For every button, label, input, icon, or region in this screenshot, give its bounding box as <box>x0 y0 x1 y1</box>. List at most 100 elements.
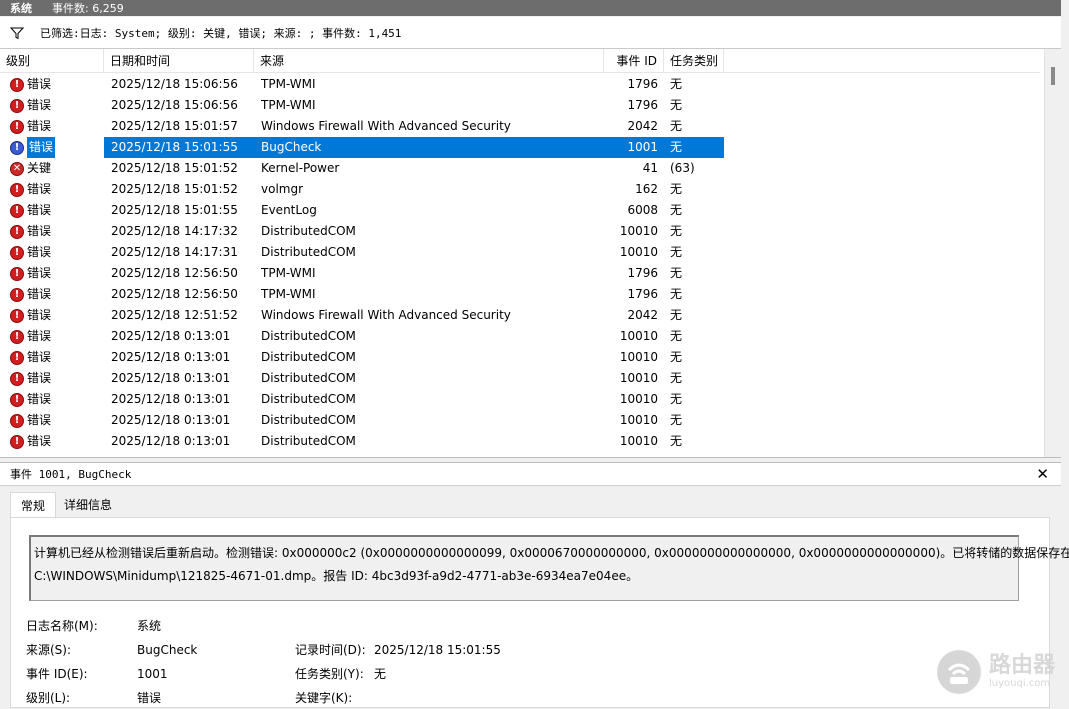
cell-date: 2025/12/18 14:17:32 <box>111 224 238 238</box>
tab-general[interactable]: 常规 <box>10 492 57 518</box>
error-icon: ! <box>10 98 24 113</box>
error-icon: ! <box>10 350 24 365</box>
cell-task-category: 无 <box>670 434 683 448</box>
table-row[interactable]: ! 错误 2025/12/18 0:13:01 DistributedCOM 10010… <box>0 326 1040 347</box>
logged-label: 记录时间(D): <box>295 643 366 657</box>
cell-task-category: 无 <box>670 413 683 427</box>
close-icon[interactable]: ✕ <box>1036 465 1049 483</box>
cell-level: ! 错误 <box>0 431 104 452</box>
error-icon: ! <box>10 245 24 260</box>
level-text: 错误 <box>27 329 52 343</box>
cell-task-category: 无 <box>670 308 683 322</box>
cell-source: Windows Firewall With Advanced Security <box>261 119 511 133</box>
error-icon: ! <box>10 182 24 197</box>
event-detail-title: 事件 1001, BugCheck <box>10 468 132 481</box>
table-row[interactable]: ! 错误 2025/12/18 15:06:56 TPM-WMI 1796 无 <box>0 95 1040 116</box>
table-row[interactable]: ! 错误 2025/12/18 14:17:32 DistributedCOM 1001… <box>0 221 1040 242</box>
cell-level: ! 错误 <box>0 137 104 158</box>
cell-task-category: 无 <box>670 77 683 91</box>
tab-details[interactable]: 详细信息 <box>56 492 120 518</box>
cell-task-category: 无 <box>670 287 683 301</box>
table-row[interactable]: ! 错误 2025/12/18 15:06:56 TPM-WMI 1796 无 <box>0 74 1040 95</box>
cell-event-id: 6008 <box>627 203 658 217</box>
level-label: 级别(L): <box>26 691 71 705</box>
table-row[interactable]: ✕ 关键 2025/12/18 15:01:52 Kernel-Power 41 (63) <box>0 158 1040 179</box>
cell-level: ✕ 关键 <box>0 158 104 179</box>
column-header-date[interactable]: 日期和时间 <box>104 49 254 73</box>
log-title-bar: 系统 事件数: 6,259 <box>0 0 1061 16</box>
cell-source: DistributedCOM <box>261 413 356 427</box>
table-row[interactable]: ! 错误 2025/12/18 14:17:31 DistributedCOM 1001… <box>0 242 1040 263</box>
watermark-url: luyouqi.com <box>988 678 1051 689</box>
event-list[interactable]: 级别 日期和时间 来源 事件 ID 任务类别 ! 错误 2025/12/18 15:… <box>0 49 1061 458</box>
event-detail-header: 事件 1001, BugCheck ✕ <box>0 462 1061 486</box>
level-text: 关键 <box>27 161 52 175</box>
cell-level: ! 错误 <box>0 389 104 410</box>
filter-bar: 已筛选:日志: System; 级别: 关键, 错误; 来源: ; 事件数: 1… <box>0 17 1061 49</box>
cell-source: TPM-WMI <box>261 287 316 301</box>
cell-source: Kernel-Power <box>261 161 340 175</box>
cell-event-id: 41 <box>642 161 658 175</box>
cell-event-id: 10010 <box>619 434 658 448</box>
error-icon: ! <box>10 413 24 428</box>
table-row[interactable]: ! 错误 2025/12/18 0:13:01 DistributedCOM 10010… <box>0 347 1040 368</box>
scrollbar-thumb[interactable] <box>1051 67 1055 85</box>
column-header-task-category[interactable]: 任务类别 <box>664 49 724 73</box>
cell-date: 2025/12/18 14:17:31 <box>111 245 238 259</box>
detail-tabs: 常规 详细信息 <box>10 492 120 518</box>
table-row[interactable]: ! 错误 2025/12/18 15:01:55 BugCheck 1001 无 <box>0 137 1040 158</box>
table-row[interactable]: ! 错误 2025/12/18 0:13:01 DistributedCOM 10010… <box>0 431 1040 452</box>
level-text: 错误 <box>27 77 52 91</box>
event-message[interactable]: 计算机已经从检测错误后重新启动。检测错误: 0x000000c2 (0x0000… <box>29 535 1069 601</box>
table-row[interactable]: ! 错误 2025/12/18 15:01:52 volmgr 162 无 <box>0 179 1040 200</box>
cell-date: 2025/12/18 0:13:01 <box>111 350 231 364</box>
cell-source: EventLog <box>261 203 317 217</box>
cell-event-id: 1001 <box>604 137 664 158</box>
cell-level: ! 错误 <box>0 284 104 305</box>
cell-date: 2025/12/18 0:13:01 <box>111 434 231 448</box>
cell-level: ! 错误 <box>0 200 104 221</box>
cell-task-category: 无 <box>670 119 683 133</box>
watermark-title: 路由器 <box>988 653 1055 678</box>
table-row[interactable]: ! 错误 2025/12/18 15:01:57 Windows Firewall W… <box>0 116 1040 137</box>
table-row[interactable]: ! 错误 2025/12/18 0:13:01 DistributedCOM 10010… <box>0 368 1040 389</box>
cell-level: ! 错误 <box>0 368 104 389</box>
cell-event-id: 1796 <box>627 77 658 91</box>
level-text: 错误 <box>27 245 52 259</box>
error-icon: ! <box>10 434 24 449</box>
level-text: 错误 <box>27 392 52 406</box>
cell-level: ! 错误 <box>0 221 104 242</box>
level-text: 错误 <box>27 203 52 217</box>
column-header-level[interactable]: 级别 <box>0 49 104 73</box>
cell-level: ! 错误 <box>0 263 104 284</box>
log-name-value: 系统 <box>137 619 162 633</box>
cell-level: ! 错误 <box>0 305 104 326</box>
table-row[interactable]: ! 错误 2025/12/18 12:51:52 Windows Firewall W… <box>0 305 1040 326</box>
cell-event-id: 10010 <box>619 413 658 427</box>
error-icon: ! <box>10 392 24 407</box>
vertical-scrollbar[interactable] <box>1044 49 1061 457</box>
error-icon: ! <box>10 119 24 134</box>
error-icon: ! <box>10 224 24 239</box>
level-value: 错误 <box>137 691 162 705</box>
table-row[interactable]: ! 错误 2025/12/18 0:13:01 DistributedCOM 10010… <box>0 410 1040 431</box>
table-row[interactable]: ! 错误 2025/12/18 12:56:50 TPM-WMI 1796 无 <box>0 284 1040 305</box>
level-text: 错误 <box>27 434 52 448</box>
cell-task-category: 无 <box>670 371 683 385</box>
cell-date: 2025/12/18 15:01:55 <box>111 203 238 217</box>
cell-level: ! 错误 <box>0 179 104 200</box>
cell-level: ! 错误 <box>0 74 104 95</box>
column-header-event-id[interactable]: 事件 ID <box>604 49 664 73</box>
watermark: 路由器 luyouqi.com <box>936 650 1055 694</box>
table-row[interactable]: ! 错误 2025/12/18 12:56:50 TPM-WMI 1796 无 <box>0 263 1040 284</box>
table-row[interactable]: ! 错误 2025/12/18 0:13:01 DistributedCOM 10010… <box>0 389 1040 410</box>
cell-date: 2025/12/18 0:13:01 <box>111 392 231 406</box>
cell-date: 2025/12/18 15:01:57 <box>111 119 238 133</box>
event-message-line2: C:\WINDOWS\Minidump\121825-4671-01.dmp。报… <box>34 569 639 583</box>
cell-event-id: 10010 <box>619 245 658 259</box>
cell-task-category: 无 <box>670 203 683 217</box>
event-rows: ! 错误 2025/12/18 15:06:56 TPM-WMI 1796 无! 错误 202… <box>0 74 1040 452</box>
column-header-source[interactable]: 来源 <box>254 49 604 73</box>
source-value: BugCheck <box>137 643 198 657</box>
table-row[interactable]: ! 错误 2025/12/18 15:01:55 EventLog 6008 无 <box>0 200 1040 221</box>
